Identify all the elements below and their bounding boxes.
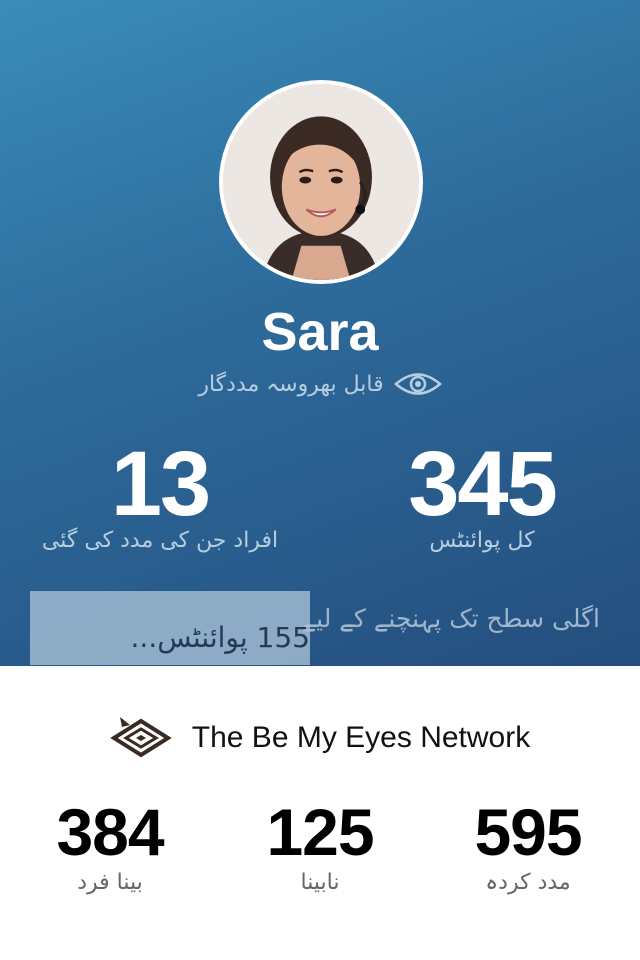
helper-badge-label: قابل بھروسہ مددگار <box>198 371 384 397</box>
profile-name: Sara <box>261 302 379 362</box>
network-helped-count: 595 <box>474 795 582 869</box>
network-title: The Be My Eyes Network <box>191 721 531 754</box>
helped-count: 13 <box>110 433 211 535</box>
next-level-text: اگلی سطح تک پہنچنے کے لیے <box>301 604 600 633</box>
network-sighted-label: بینا فرد <box>77 870 143 895</box>
network-sighted-count: 384 <box>56 795 164 869</box>
points-total: 345 <box>408 433 558 535</box>
helper-badge: قابل بھروسہ مددگار <box>0 364 640 404</box>
be-my-eyes-logo-icon <box>110 715 172 761</box>
helped-label: افراد جن کی مدد کی گئی <box>41 528 279 553</box>
points-label: کل پوائنٹس <box>429 528 535 553</box>
network-header: The Be My Eyes Network <box>0 708 640 768</box>
person-with-headset-icon <box>223 84 419 280</box>
profile-header: Sara قابل بھروسہ مددگار 13 افراد جن کی م… <box>0 0 640 666</box>
eye-icon <box>393 371 442 397</box>
network-helped-label: مدد کردہ <box>485 870 571 895</box>
tooltip-overlay: 155 پوائنٹس... <box>30 591 310 665</box>
avatar[interactable] <box>219 80 423 284</box>
network-blind-count: 125 <box>266 795 374 869</box>
next-level-points: 155 پوائنٹس... <box>130 621 310 654</box>
network-blind-label: نابینا <box>300 870 340 895</box>
